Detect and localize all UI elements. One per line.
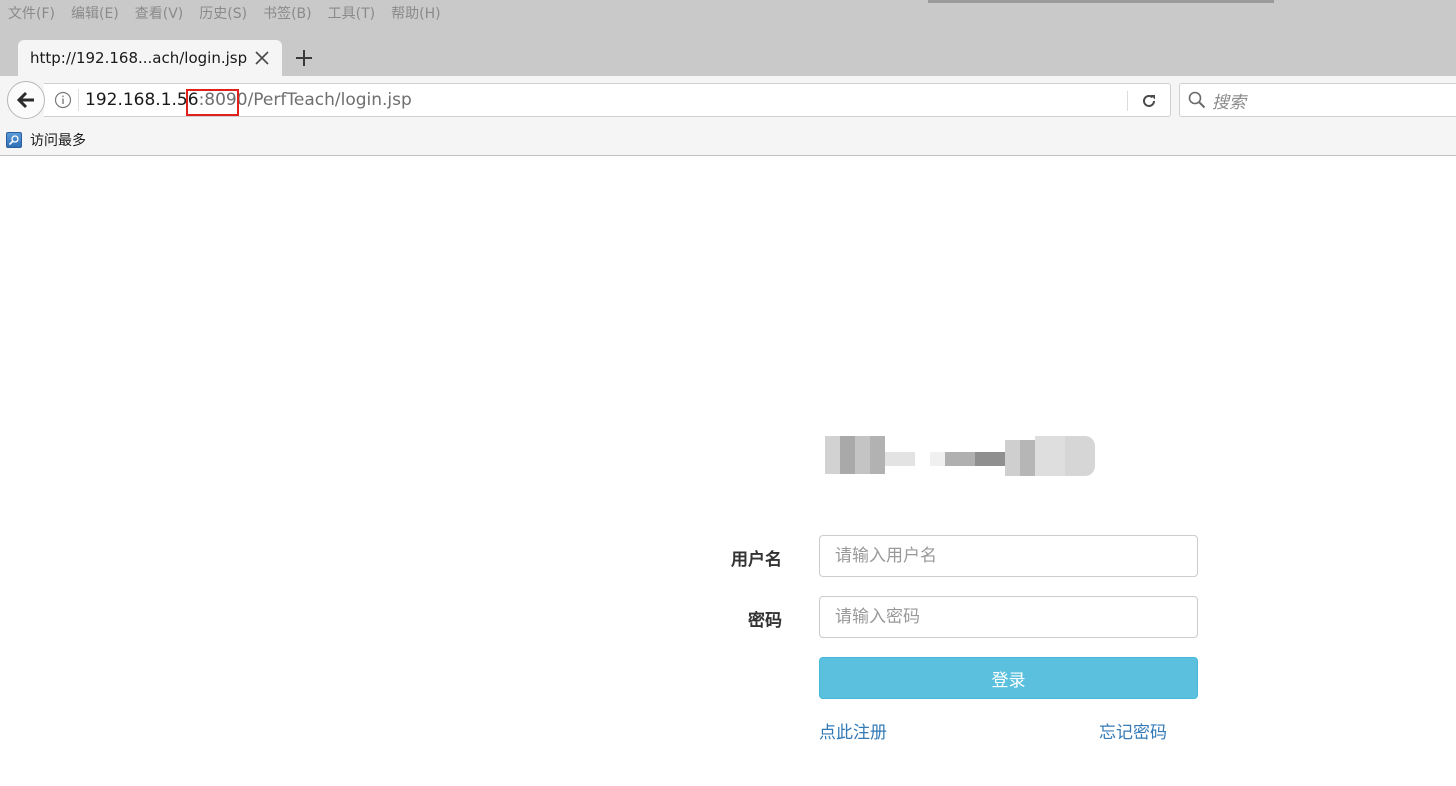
menu-edit[interactable]: 编辑(E) bbox=[71, 3, 119, 23]
new-tab-button[interactable] bbox=[292, 46, 316, 70]
login-button[interactable]: 登录 bbox=[819, 657, 1198, 699]
window-top-edge bbox=[928, 0, 1274, 3]
url-host: 192.168.1.56 bbox=[85, 90, 199, 110]
tab-login[interactable]: http://192.168...ach/login.jsp bbox=[18, 40, 282, 76]
forgot-password-link[interactable]: 忘记密码 bbox=[1099, 718, 1167, 743]
url-text[interactable]: 192.168.1.56:8090/PerfTeach/login.jsp bbox=[85, 90, 412, 110]
menu-file[interactable]: 文件(F) bbox=[8, 3, 55, 23]
menu-history[interactable]: 历史(S) bbox=[199, 3, 247, 23]
reload-button[interactable] bbox=[1134, 88, 1164, 114]
site-logo bbox=[825, 436, 1095, 476]
username-label: 用户名 bbox=[731, 550, 782, 570]
register-link[interactable]: 点此注册 bbox=[819, 718, 887, 743]
search-icon bbox=[1188, 91, 1206, 109]
menu-bar: 文件(F) 编辑(E) 查看(V) 历史(S) 书签(B) 工具(T) 帮助(H… bbox=[0, 0, 1456, 26]
reload-separator bbox=[1127, 91, 1128, 111]
close-icon[interactable] bbox=[250, 46, 274, 70]
menu-help[interactable]: 帮助(H) bbox=[391, 3, 440, 23]
tab-title: http://192.168...ach/login.jsp bbox=[30, 49, 248, 67]
username-input[interactable] bbox=[819, 535, 1198, 577]
bookmark-most-visited[interactable]: 访问最多 bbox=[30, 130, 86, 150]
menu-bookmarks[interactable]: 书签(B) bbox=[263, 3, 312, 23]
url-separator bbox=[78, 89, 79, 111]
search-placeholder: 搜索 bbox=[1212, 92, 1246, 113]
bookmarks-bar: 访问最多 bbox=[0, 124, 1456, 156]
back-button[interactable] bbox=[7, 81, 45, 119]
bookmark-folder-icon bbox=[6, 131, 22, 148]
search-box[interactable]: 搜索 bbox=[1179, 83, 1456, 117]
plus-icon bbox=[296, 50, 312, 66]
url-path: /PerfTeach/login.jsp bbox=[247, 90, 412, 110]
password-input[interactable] bbox=[819, 596, 1198, 638]
password-label: 密码 bbox=[748, 611, 782, 631]
port-highlight-box bbox=[186, 89, 239, 116]
reload-icon bbox=[1143, 94, 1155, 107]
tab-strip: http://192.168...ach/login.jsp bbox=[0, 26, 1456, 76]
back-arrow-icon bbox=[16, 91, 34, 109]
menu-view[interactable]: 查看(V) bbox=[135, 3, 184, 23]
menu-tools[interactable]: 工具(T) bbox=[328, 3, 375, 23]
info-icon[interactable] bbox=[48, 84, 78, 116]
